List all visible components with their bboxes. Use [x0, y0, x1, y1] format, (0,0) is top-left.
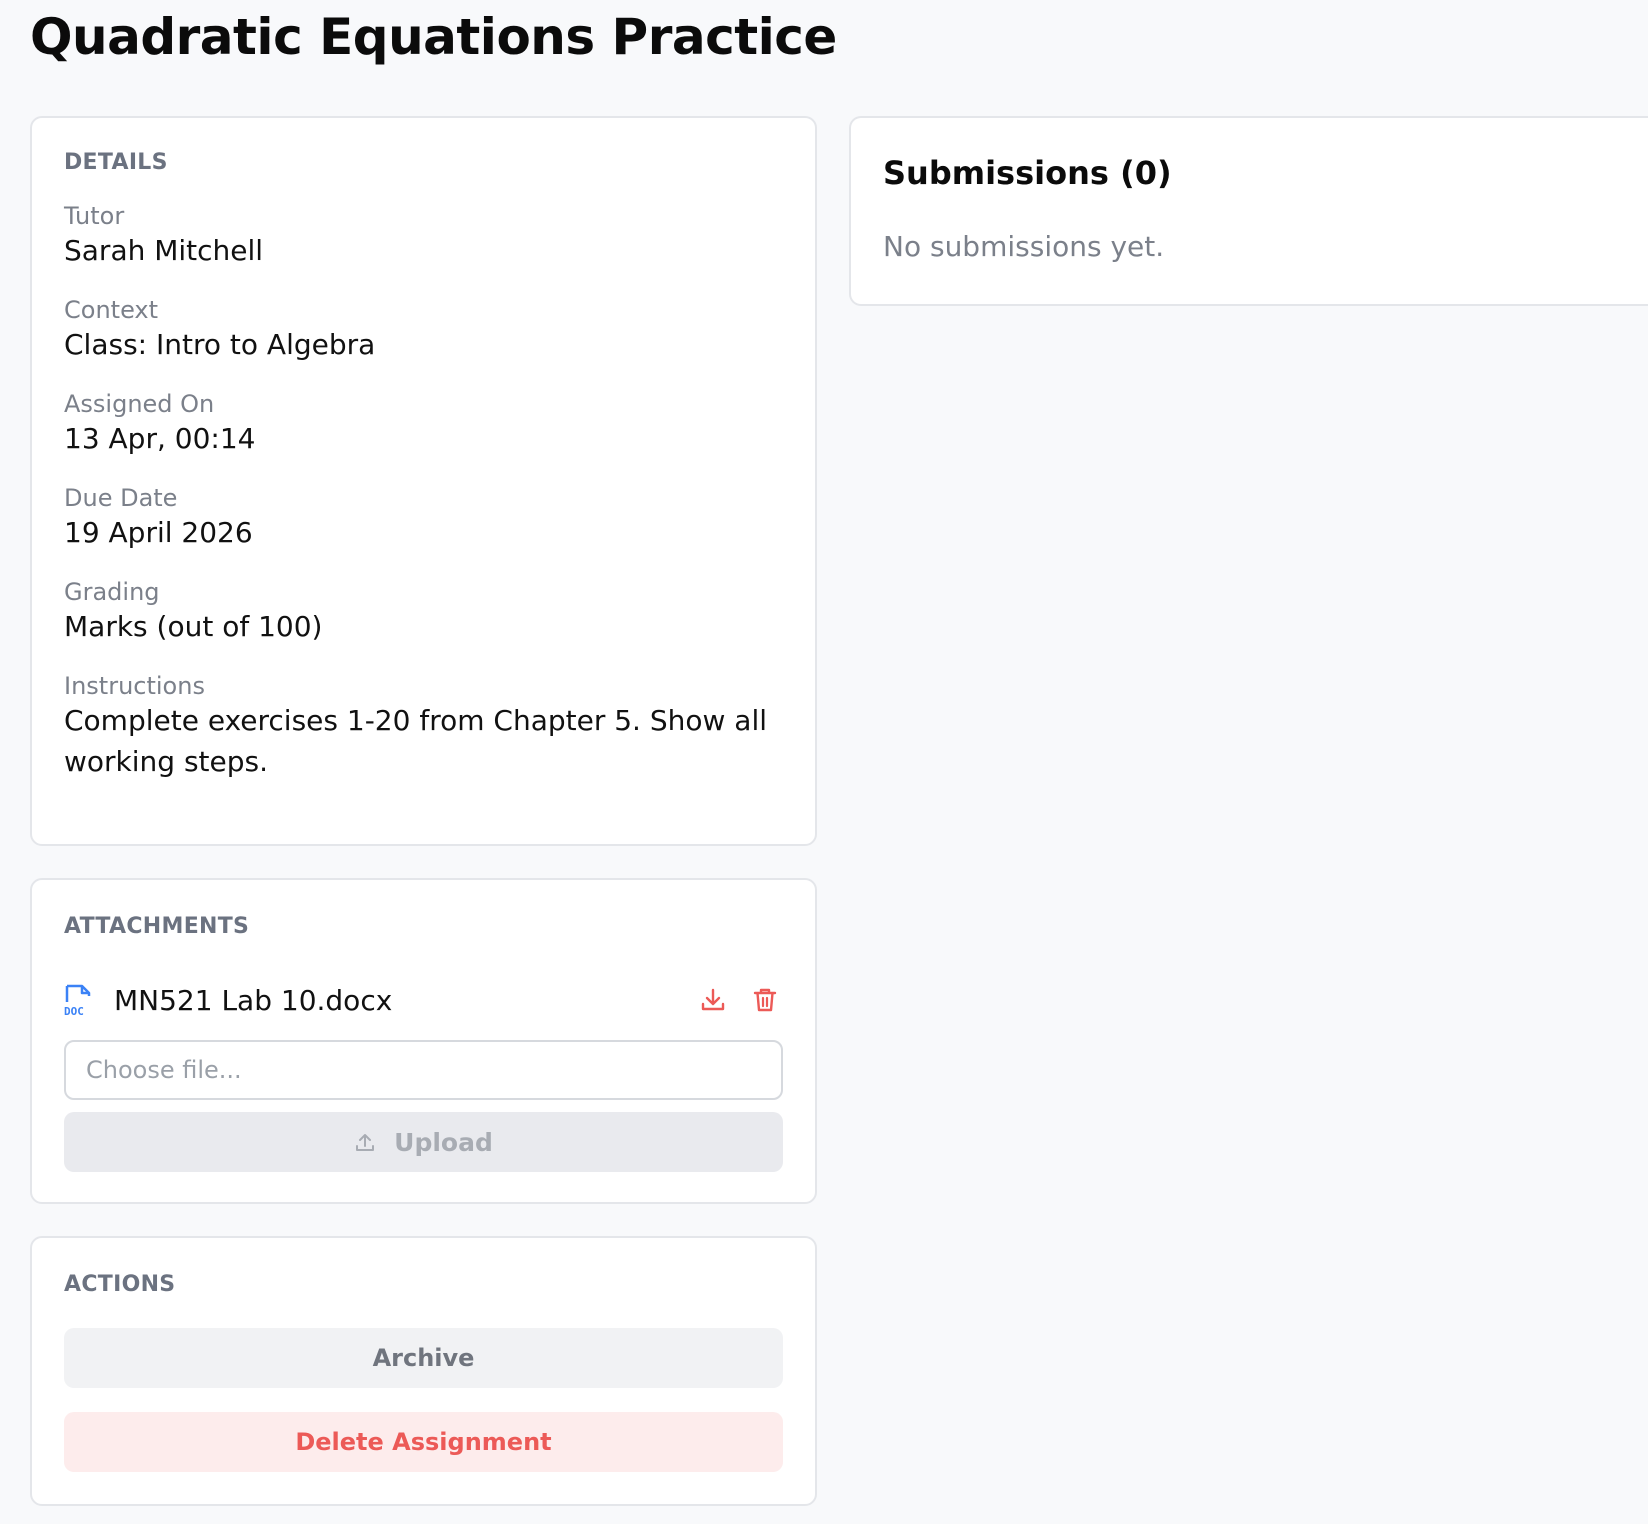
doc-icon-type-label: DOC	[64, 1005, 84, 1017]
details-heading: DETAILS	[64, 150, 168, 175]
delete-assignment-button[interactable]: Delete Assignment	[64, 1412, 783, 1472]
tutor-label: Tutor	[64, 202, 125, 230]
instructions-value: Complete exercises 1-20 from Chapter 5. …	[64, 704, 768, 778]
attachments-heading: ATTACHMENTS	[64, 914, 250, 939]
grading-label: Grading	[64, 578, 160, 606]
tutor-value: Sarah Mitchell	[64, 234, 264, 267]
details-card: DETAILS Tutor Sarah Mitchell Context Cla…	[30, 116, 817, 846]
doc-file-icon: DOC	[64, 983, 94, 1018]
due-date-label: Due Date	[64, 484, 178, 512]
grading-field: Grading Marks (out of 100)	[64, 578, 783, 647]
actions-heading: ACTIONS	[64, 1272, 176, 1297]
instructions-field: Instructions Complete exercises 1-20 fro…	[64, 672, 783, 782]
page-title: Quadratic Equations Practice	[30, 8, 837, 66]
attachment-item: DOC MN521 Lab 10.docx	[64, 976, 783, 1024]
grading-value: Marks (out of 100)	[64, 610, 323, 643]
context-label: Context	[64, 296, 159, 324]
context-value: Class: Intro to Algebra	[64, 328, 376, 361]
download-icon[interactable]	[695, 982, 731, 1018]
context-field: Context Class: Intro to Algebra	[64, 296, 783, 365]
file-chooser-input[interactable]: Choose file...	[64, 1040, 783, 1100]
archive-button[interactable]: Archive	[64, 1328, 783, 1388]
submissions-card: Submissions (0) No submissions yet.	[849, 116, 1648, 306]
attachment-file-name[interactable]: MN521 Lab 10.docx	[114, 984, 679, 1017]
submissions-empty-text: No submissions yet.	[883, 230, 1165, 263]
due-date-value: 19 April 2026	[64, 516, 253, 549]
trash-icon[interactable]	[747, 982, 783, 1018]
due-date-field: Due Date 19 April 2026	[64, 484, 783, 553]
assigned-on-field: Assigned On 13 Apr, 00:14	[64, 390, 783, 459]
upload-icon	[356, 1134, 375, 1151]
assigned-on-value: 13 Apr, 00:14	[64, 422, 256, 455]
attachments-card: ATTACHMENTS DOC MN521 Lab 10.docx Choose…	[30, 878, 817, 1204]
submissions-heading: Submissions (0)	[883, 154, 1172, 192]
assigned-on-label: Assigned On	[64, 390, 215, 418]
actions-card: ACTIONS Archive Delete Assignment	[30, 1236, 817, 1506]
instructions-label: Instructions	[64, 672, 205, 700]
upload-button-label: Upload	[394, 1127, 493, 1157]
tutor-field: Tutor Sarah Mitchell	[64, 202, 783, 271]
upload-button[interactable]: Upload	[64, 1112, 783, 1172]
